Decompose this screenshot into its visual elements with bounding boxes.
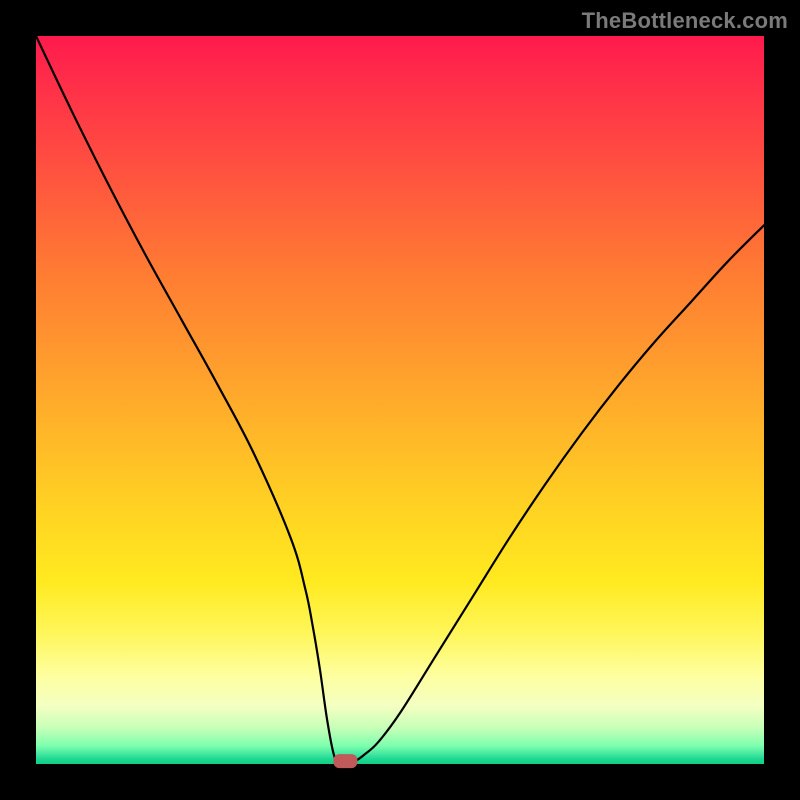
chart-svg: [36, 36, 764, 764]
rounded-rect-marker-icon: [333, 754, 357, 768]
watermark-text: TheBottleneck.com: [582, 8, 788, 34]
outer-frame: TheBottleneck.com: [0, 0, 800, 800]
minimum-marker-group: [333, 754, 357, 768]
curve-line: [36, 36, 764, 763]
plot-area: [36, 36, 764, 764]
